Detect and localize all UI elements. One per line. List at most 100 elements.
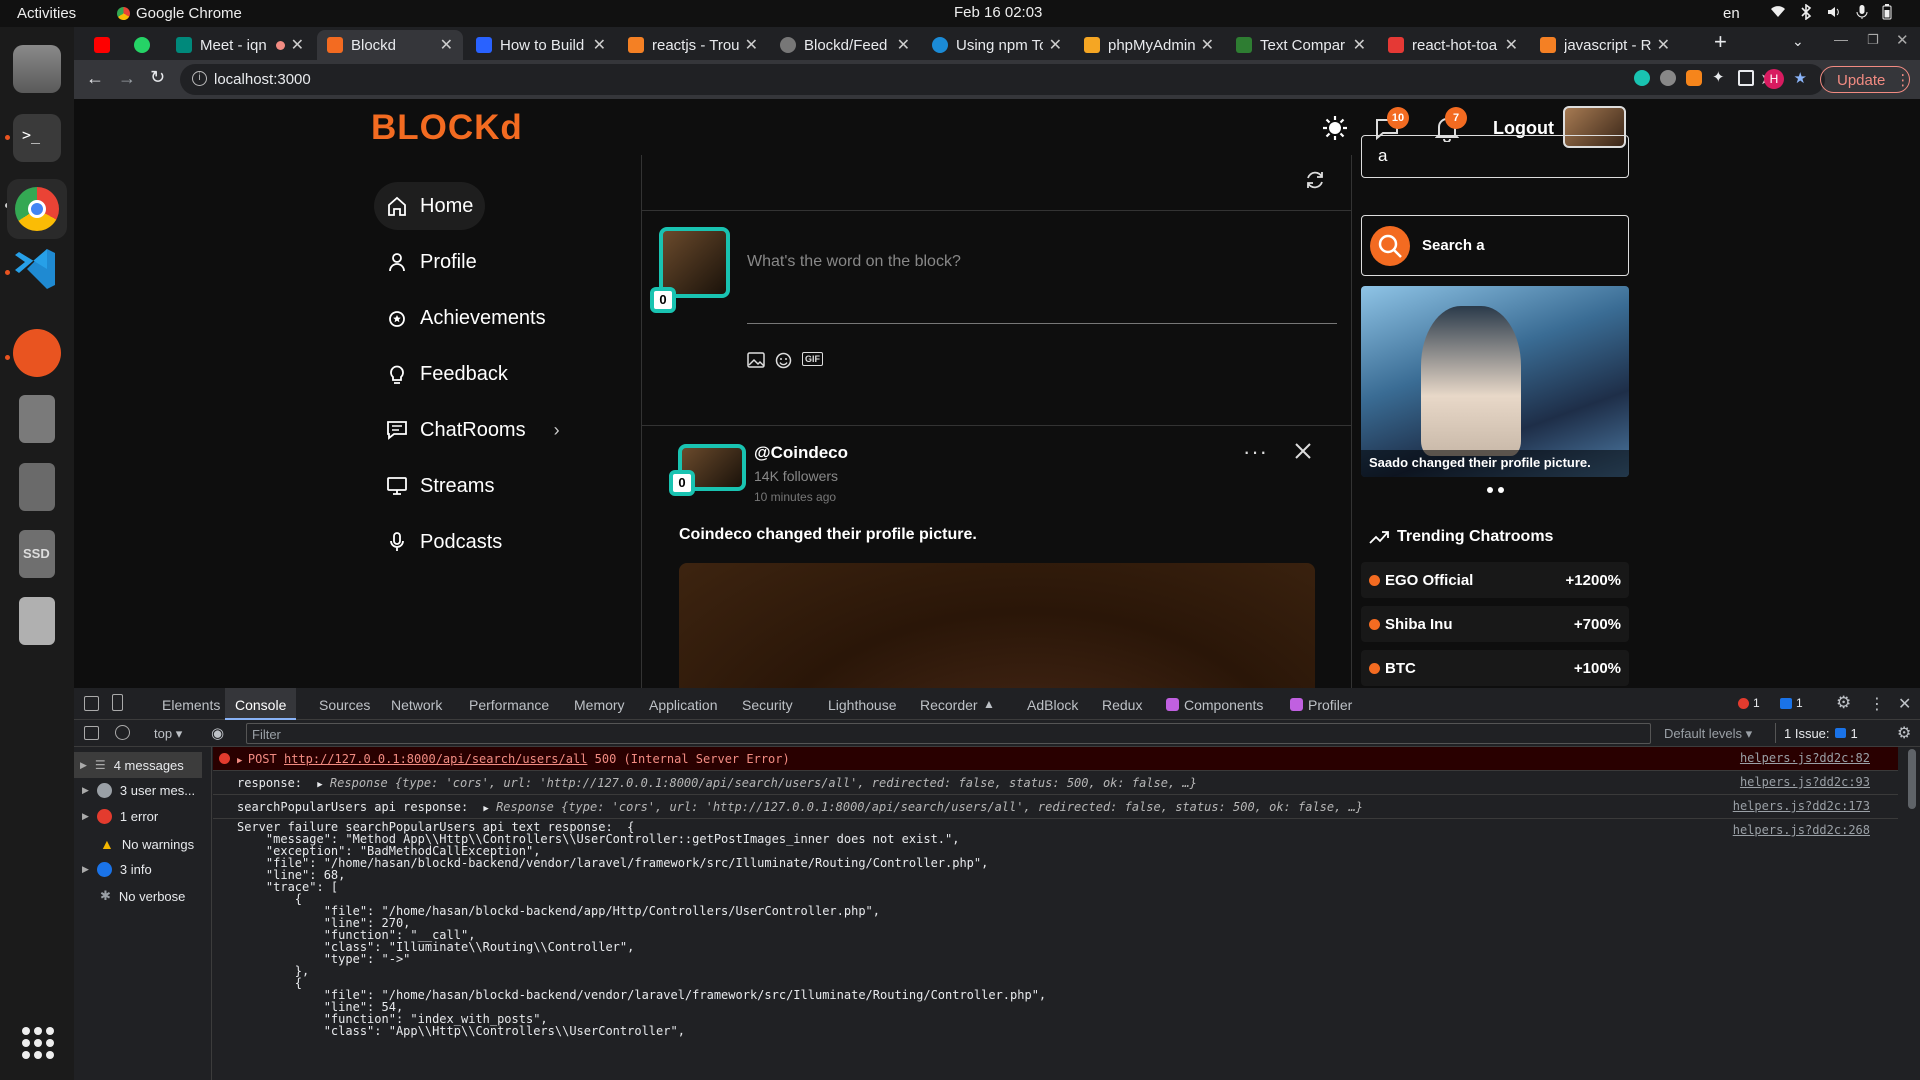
tab[interactable]: react-hot-toa ✕ bbox=[1378, 30, 1528, 60]
tab-console[interactable]: Console bbox=[225, 688, 297, 720]
clear-console-icon[interactable] bbox=[115, 725, 130, 740]
disk-icon[interactable] bbox=[19, 463, 55, 511]
terminal-icon[interactable]: >_ bbox=[13, 114, 61, 162]
console-log-row[interactable]: response: ▶ Response {type: 'cors', url:… bbox=[213, 771, 1898, 795]
tab-adblock[interactable]: AdBlock bbox=[1027, 697, 1078, 713]
source-link[interactable]: helpers.js?dd2c:268 bbox=[1733, 823, 1870, 837]
nav-streams[interactable]: Streams bbox=[374, 462, 506, 510]
close-icon[interactable]: ✕ bbox=[440, 35, 453, 55]
device-toggle-icon[interactable] bbox=[112, 694, 123, 711]
tab-application[interactable]: Application bbox=[649, 697, 718, 713]
close-window-button[interactable]: ✕ bbox=[1896, 31, 1909, 49]
sidebar-info[interactable]: ▶ 3 info bbox=[82, 862, 152, 877]
tab[interactable]: javascript - R ✕ bbox=[1530, 30, 1680, 60]
tab-network[interactable]: Network bbox=[391, 697, 442, 713]
source-link[interactable]: helpers.js?dd2c:173 bbox=[1733, 799, 1870, 813]
nav-home[interactable]: Home bbox=[374, 182, 486, 230]
language-indicator[interactable]: en bbox=[1723, 5, 1740, 22]
trending-row[interactable]: BTC +100% bbox=[1361, 650, 1629, 686]
close-devtools-icon[interactable]: ✕ bbox=[1898, 694, 1911, 714]
console-log-row[interactable]: searchPopularUsers api response: ▶ Respo… bbox=[213, 795, 1898, 819]
close-icon[interactable]: ✕ bbox=[1657, 35, 1670, 55]
update-button[interactable]: Update ⋮ bbox=[1820, 66, 1910, 93]
error-url[interactable]: http://127.0.0.1:8000/api/search/users/a… bbox=[284, 752, 587, 766]
tab[interactable] bbox=[124, 30, 164, 60]
extension-icon[interactable] bbox=[1634, 70, 1650, 86]
tab[interactable]: Text Compar ✕ bbox=[1226, 30, 1376, 60]
nav-achievements[interactable]: Achievements bbox=[374, 294, 558, 342]
color-picker-icon[interactable] bbox=[13, 329, 61, 377]
tab-lighthouse[interactable]: Lighthouse bbox=[828, 697, 897, 713]
tab[interactable]: phpMyAdmin ✕ bbox=[1074, 30, 1224, 60]
nav-profile[interactable]: Profile bbox=[374, 238, 489, 286]
sidepanel-icon[interactable] bbox=[1738, 70, 1754, 86]
carousel-image[interactable]: Saado changed their profile picture. bbox=[1361, 286, 1629, 477]
log-levels-dropdown[interactable]: Default levels ▾ bbox=[1664, 726, 1752, 742]
tab-components[interactable]: Components bbox=[1184, 697, 1263, 713]
back-icon[interactable]: ← bbox=[86, 68, 104, 89]
trash-icon[interactable] bbox=[19, 597, 55, 645]
close-icon[interactable]: ✕ bbox=[1049, 35, 1062, 55]
trending-row[interactable]: Shiba Inu +700% bbox=[1361, 606, 1629, 642]
chrome-icon[interactable] bbox=[7, 179, 67, 239]
tab[interactable]: Using npm To ✕ bbox=[922, 30, 1072, 60]
inspect-icon[interactable] bbox=[84, 696, 99, 711]
filter-input[interactable]: Filter bbox=[246, 723, 1651, 744]
tab-profiler[interactable]: Profiler bbox=[1308, 697, 1352, 713]
new-tab-button[interactable]: + bbox=[1714, 29, 1727, 55]
tab-elements[interactable]: Elements bbox=[162, 697, 220, 713]
tab-performance[interactable]: Performance bbox=[469, 697, 549, 713]
tab-security[interactable]: Security bbox=[742, 697, 793, 713]
forward-icon[interactable]: → bbox=[118, 68, 136, 89]
console-scrollbar[interactable] bbox=[1908, 749, 1916, 809]
post-username[interactable]: @Coindeco bbox=[754, 443, 848, 463]
nav-feedback[interactable]: Feedback bbox=[374, 350, 520, 398]
close-icon[interactable]: ✕ bbox=[1353, 35, 1366, 55]
post-image[interactable] bbox=[679, 563, 1315, 688]
image-icon[interactable] bbox=[747, 352, 765, 368]
minimize-button[interactable]: — bbox=[1834, 31, 1848, 47]
composer-input[interactable]: What's the word on the block? bbox=[747, 253, 961, 271]
messages-counter[interactable]: 1 bbox=[1780, 696, 1803, 710]
activities-button[interactable]: Activities bbox=[17, 5, 76, 22]
carousel-dot[interactable] bbox=[1498, 487, 1504, 493]
console-settings-icon[interactable]: ⚙ bbox=[1897, 723, 1911, 743]
nav-chatrooms[interactable]: ChatRooms › bbox=[374, 406, 572, 454]
tab[interactable]: reactjs - Trou ✕ bbox=[618, 30, 768, 60]
puzzle-icon[interactable]: ✦ bbox=[1712, 68, 1725, 86]
close-icon[interactable]: ✕ bbox=[1201, 35, 1214, 55]
theme-toggle-icon[interactable] bbox=[1322, 115, 1352, 145]
close-icon[interactable]: ✕ bbox=[291, 35, 304, 55]
metamask-icon[interactable] bbox=[1686, 70, 1702, 86]
close-icon[interactable]: ✕ bbox=[897, 35, 910, 55]
nav-podcasts[interactable]: Podcasts bbox=[374, 518, 514, 566]
profile-avatar[interactable]: H bbox=[1764, 69, 1784, 89]
more-options-icon[interactable]: ··· bbox=[1243, 439, 1268, 465]
files-icon[interactable] bbox=[13, 45, 61, 93]
context-selector[interactable]: top ▾ bbox=[154, 726, 182, 742]
settings-gear-icon[interactable]: ⚙ bbox=[1836, 693, 1851, 713]
sidebar-messages[interactable]: ▶ ☰ 4 messages bbox=[74, 752, 202, 778]
show-apps-icon[interactable] bbox=[22, 1027, 54, 1059]
tab[interactable]: Meet - iqn ✕ bbox=[166, 30, 314, 60]
search-button[interactable]: Search a bbox=[1361, 215, 1629, 276]
bookmark-star-icon[interactable]: ★ bbox=[1794, 69, 1807, 87]
more-menu-icon[interactable]: ⋮ bbox=[1869, 694, 1885, 714]
drive-icon[interactable] bbox=[19, 395, 55, 443]
errors-counter[interactable]: 1 bbox=[1738, 696, 1760, 710]
sidebar-warnings[interactable]: ▲ No warnings bbox=[100, 836, 194, 852]
tab[interactable]: Blockd/Feed ✕ bbox=[770, 30, 920, 60]
close-icon[interactable]: ✕ bbox=[593, 35, 606, 55]
tab-recorder[interactable]: Recorder bbox=[920, 697, 978, 713]
carousel-dots[interactable] bbox=[1487, 487, 1504, 493]
refresh-icon[interactable] bbox=[1304, 169, 1326, 191]
tab[interactable] bbox=[84, 30, 124, 60]
system-tray[interactable] bbox=[1770, 4, 1892, 20]
close-icon[interactable] bbox=[1293, 441, 1313, 461]
log-object[interactable]: Response {type: 'cors', url: 'http://127… bbox=[496, 800, 1363, 814]
tab-active[interactable]: Blockd ✕ bbox=[317, 30, 463, 60]
log-object[interactable]: Response {type: 'cors', url: 'http://127… bbox=[330, 776, 1197, 790]
ssd-icon[interactable]: SSD bbox=[19, 530, 55, 578]
source-link[interactable]: helpers.js?dd2c:82 bbox=[1740, 751, 1870, 765]
close-icon[interactable]: ✕ bbox=[745, 35, 758, 55]
